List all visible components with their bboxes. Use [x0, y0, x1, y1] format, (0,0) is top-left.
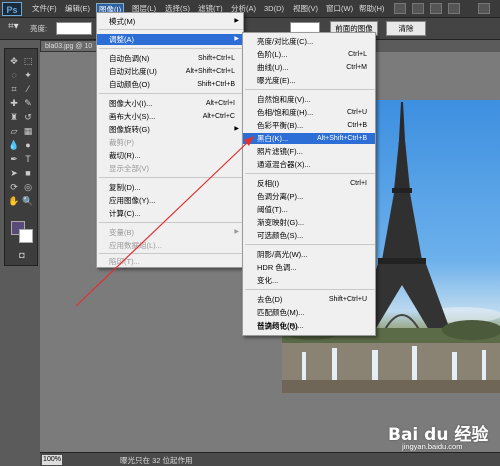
menu-item-mode[interactable]: 模式(M) ▶ [97, 16, 243, 27]
menu-item-curves[interactable]: 曲线(U)... Ctrl+M [243, 62, 375, 73]
arrange-icon[interactable] [430, 3, 442, 14]
menu-item-canvas-size[interactable]: 画布大小(S)... Alt+Ctrl+C [97, 111, 243, 122]
document-tab[interactable]: bla03.jpg @ 10 [40, 40, 100, 52]
crop-icon[interactable]: ⌗ [8, 83, 20, 95]
menu-edit[interactable]: 编辑(E) [63, 3, 92, 15]
menu-item-gradient-map[interactable]: 渐变映射(G)... [243, 217, 375, 228]
menu-item-black-white[interactable]: 黑白(K)... Alt+Shift+Ctrl+B [243, 133, 375, 144]
menu-item-trim[interactable]: 裁切(R)... [97, 150, 243, 161]
menu-item-auto-color[interactable]: 自动颜色(O) Shift+Ctrl+B [97, 79, 243, 90]
menu-help[interactable]: 帮助(H) [357, 3, 386, 15]
baidu-watermark-url: jingyan.baidu.com [402, 442, 463, 451]
menu-item-match-color[interactable]: 匹配颜色(M)... [243, 307, 375, 318]
gradient-icon[interactable]: ▦ [22, 125, 34, 137]
brush-icon[interactable]: ✎ [22, 97, 34, 109]
move-icon[interactable]: ✥ [8, 55, 20, 67]
menu-item-image-size[interactable]: 图像大小(I)... Alt+Ctrl+I [97, 98, 243, 109]
menu-item-shadows-highlights[interactable]: 阴影/高光(W)... [243, 249, 375, 260]
menu-bar: Ps 文件(F) 编辑(E) 图像(I) 图层(L) 选择(S) 滤镜(T) 分… [0, 0, 500, 18]
screen-mode-icon[interactable] [448, 3, 460, 14]
menu-item-reveal-all: 显示全部(V) [109, 164, 149, 173]
menu-item-desaturate[interactable]: 去色(D) Shift+Ctrl+U [243, 294, 375, 305]
menu-item-hue-saturation[interactable]: 色相/饱和度(H)... Ctrl+U [243, 107, 375, 118]
menu-item-image-rotation[interactable]: 图像旋转(G) ▶ [97, 124, 243, 135]
menu-item-auto-tone[interactable]: 自动色调(N) Shift+Ctrl+L [97, 53, 243, 64]
toolbox: ✥ ⬚ ◌ ✦ ⌗ ⁄ ✚ ✎ ♜ ↺ ▱ ▦ 💧 ● ✒ T ➤ ■ ⟳ ◎ … [4, 48, 38, 266]
menu-item-brightness-contrast[interactable]: 亮度/对比度(C)... [243, 36, 375, 47]
menu-item-photo-filter[interactable]: 照片滤镜(F)... [243, 146, 375, 157]
status-bar: 100% 曝光只在 32 位起作用 [40, 452, 500, 466]
menu-item-threshold[interactable]: 阈值(T)... [243, 204, 375, 215]
eyedropper-icon[interactable]: ⁄ [22, 83, 34, 95]
quick-mask-icon[interactable]: ◘ [16, 249, 28, 261]
hand-icon[interactable]: ✋ [8, 195, 20, 207]
menu-item-hdr-toning[interactable]: HDR 色调... [243, 262, 375, 273]
menu-file[interactable]: 文件(F) [30, 3, 59, 15]
pen-icon[interactable]: ✒ [8, 153, 20, 165]
menu-item-crop: 裁剪(P) [109, 138, 134, 147]
menu-item-variations[interactable]: 变化... [243, 275, 375, 286]
height-input[interactable] [56, 22, 92, 35]
window-controls-icon[interactable] [478, 3, 490, 14]
menu-item-variables: 变量(B) ▶ [109, 228, 239, 237]
menu-item-auto-contrast[interactable]: 自动对比度(U) Alt+Shift+Ctrl+L [97, 66, 243, 77]
text-icon[interactable]: T [22, 153, 34, 165]
crop-tool-icon[interactable]: ⌗▾ [8, 21, 19, 32]
menu-window[interactable]: 窗口(W) [324, 3, 355, 15]
menu-view[interactable]: 视图(V) [291, 3, 320, 15]
path-selection-icon[interactable]: ➤ [8, 167, 20, 179]
menu-item-color-balance[interactable]: 色彩平衡(B)... Ctrl+B [243, 120, 375, 131]
menu-item-duplicate[interactable]: 复制(D)... [97, 182, 243, 193]
eraser-icon[interactable]: ▱ [8, 125, 20, 137]
menu-item-adjustments[interactable]: 调整(A) ▶ [97, 34, 243, 45]
menu-item-apply-image[interactable]: 应用图像(Y)... [97, 195, 243, 206]
menu-item-vibrance[interactable]: 自然饱和度(V)... [243, 94, 375, 105]
photoshop-logo: Ps [2, 2, 22, 16]
status-text: 曝光只在 32 位起作用 [120, 456, 193, 465]
menu-item-channel-mixer[interactable]: 通道混合器(X)... [243, 159, 375, 170]
history-brush-icon[interactable]: ↺ [22, 111, 34, 123]
menu-item-selective-color[interactable]: 可选颜色(S)... [243, 230, 375, 241]
blur-icon[interactable]: 💧 [8, 139, 20, 151]
dodge-icon[interactable]: ● [22, 139, 34, 151]
menu-3d[interactable]: 3D(D) [262, 3, 286, 15]
menu-item-apply-data-set: 应用数据组(L)... [109, 241, 162, 250]
image-menu: 模式(M) ▶ 调整(A) ▶ 自动色调(N) Shift+Ctrl+L 自动对比度(… [96, 12, 244, 268]
zoom-level[interactable]: 100% [42, 455, 62, 465]
height-label: 亮度: [30, 24, 48, 33]
marquee-icon[interactable]: ⬚ [22, 55, 34, 67]
menu-item-invert[interactable]: 反相(I) Ctrl+I [243, 178, 375, 189]
healing-brush-icon[interactable]: ✚ [8, 97, 20, 109]
menu-item-trap: 陷印(T)... [109, 257, 140, 266]
background-color-swatch[interactable] [19, 229, 33, 243]
3d-camera-icon[interactable]: ◎ [22, 181, 34, 193]
menu-item-levels[interactable]: 色阶(L)... Ctrl+L [243, 49, 375, 60]
workspace-icon[interactable] [394, 3, 406, 14]
zoom-level-icon[interactable] [412, 3, 424, 14]
clear-button[interactable]: 清除 [386, 21, 426, 36]
adjustments-submenu: 亮度/对比度(C)... 色阶(L)... Ctrl+L 曲线(U)... Ctrl… [242, 32, 376, 336]
magic-wand-icon[interactable]: ✦ [22, 69, 34, 81]
menu-item-posterize[interactable]: 色调分离(P)... [243, 191, 375, 202]
lasso-icon[interactable]: ◌ [8, 69, 20, 81]
clone-stamp-icon[interactable]: ♜ [8, 111, 20, 123]
shape-icon[interactable]: ■ [22, 167, 34, 179]
menu-item-exposure[interactable]: 曝光度(E)... [243, 75, 375, 86]
menu-item-calculations[interactable]: 计算(C)... [97, 208, 243, 219]
3d-rotate-icon[interactable]: ⟳ [8, 181, 20, 193]
zoom-icon[interactable]: 🔍 [22, 195, 34, 207]
